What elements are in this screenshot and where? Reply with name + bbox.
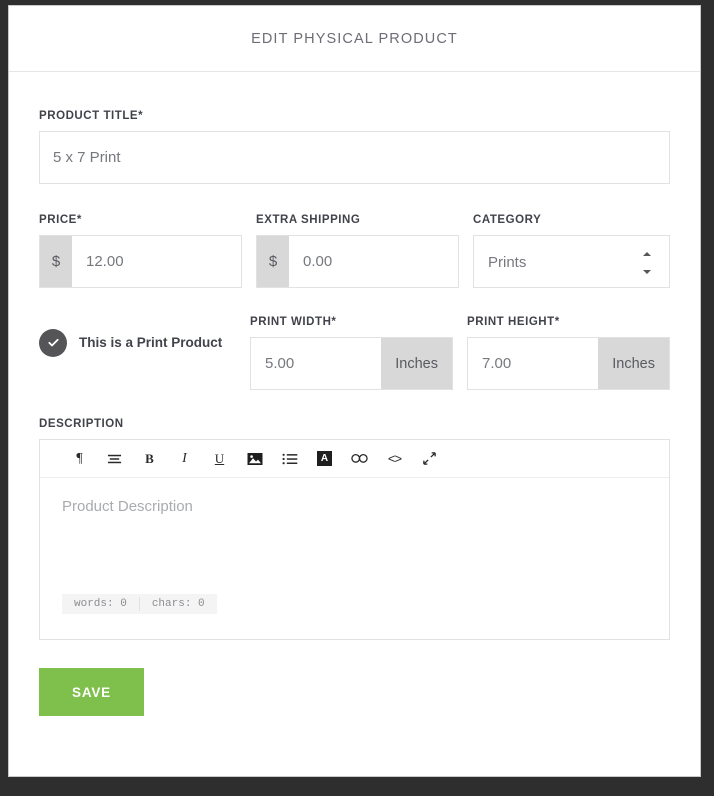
check-icon (47, 338, 59, 347)
print-height-unit-addon: Inches (598, 338, 669, 389)
print-width-field-group: PRINT WIDTH* Inches (250, 316, 453, 390)
price-field-group: PRICE* $ (39, 214, 242, 288)
font-color-icon[interactable]: A (307, 444, 342, 474)
extra-shipping-input-group: $ (256, 235, 459, 288)
price-input-group: $ (39, 235, 242, 288)
fullscreen-glyph (423, 452, 436, 465)
extra-shipping-currency-addon: $ (257, 236, 289, 287)
extra-shipping-label: EXTRA SHIPPING (256, 214, 361, 226)
print-details-row: This is a Print Product PRINT WIDTH* Inc… (39, 288, 670, 390)
price-input[interactable] (72, 236, 241, 287)
image-icon[interactable] (237, 444, 272, 474)
underline-glyph: U (214, 450, 225, 466)
word-count: words: 0 (74, 598, 127, 610)
font-color-glyph: A (317, 451, 332, 466)
category-label: CATEGORY (473, 214, 542, 226)
checkbox-checked-indicator[interactable] (39, 328, 67, 357)
save-button[interactable]: SAVE (39, 668, 144, 716)
product-title-input[interactable] (39, 131, 670, 184)
print-height-input[interactable] (468, 338, 599, 389)
print-product-checkbox-label: This is a Print Product (79, 335, 223, 350)
category-selected-value: Prints (488, 254, 527, 271)
code-icon[interactable]: <> (377, 444, 412, 474)
category-select[interactable]: Prints (473, 235, 670, 288)
unordered-list-glyph (282, 453, 297, 464)
extra-shipping-input[interactable] (289, 236, 458, 287)
link-icon[interactable] (342, 444, 377, 474)
editor-toolbar: ¶ B I U A <> (40, 440, 669, 478)
print-width-input[interactable] (251, 338, 382, 389)
print-height-field-group: PRINT HEIGHT* Inches (467, 316, 670, 390)
bold-glyph: B (145, 450, 154, 466)
price-currency-addon: $ (40, 236, 72, 287)
align-icon[interactable] (97, 444, 132, 474)
modal-body: PRODUCT TITLE* PRICE* $ EXTRA SHIPPING $ (9, 72, 700, 716)
italic-glyph: I (182, 450, 187, 466)
print-product-checkbox[interactable]: This is a Print Product (39, 316, 236, 369)
print-product-checkbox-group: This is a Print Product (39, 288, 236, 390)
print-width-label: PRINT WIDTH* (250, 316, 337, 328)
screen-root: EDIT PHYSICAL PRODUCT PRODUCT TITLE* PRI… (0, 0, 714, 796)
code-glyph: <> (387, 451, 402, 466)
bold-icon[interactable]: B (132, 444, 167, 474)
category-field-group: CATEGORY Prints (473, 214, 670, 288)
category-spinner[interactable] (641, 236, 653, 289)
pricing-row: PRICE* $ EXTRA SHIPPING $ CATEGORY (39, 214, 670, 288)
product-title-label: PRODUCT TITLE* (39, 110, 144, 122)
description-placeholder[interactable]: Product Description (62, 498, 193, 515)
align-glyph (107, 454, 122, 463)
paragraph-icon[interactable]: ¶ (62, 444, 97, 474)
description-label: DESCRIPTION (39, 418, 124, 430)
char-count: chars: 0 (151, 598, 205, 610)
print-width-input-group: Inches (250, 337, 453, 390)
print-height-input-group: Inches (467, 337, 670, 390)
link-glyph (351, 453, 368, 463)
description-field-group: DESCRIPTION ¶ B I U A <> Product Descrip… (39, 418, 670, 640)
paragraph-glyph: ¶ (76, 450, 83, 466)
product-title-field-group: PRODUCT TITLE* (39, 110, 670, 184)
chevron-down-icon[interactable] (643, 269, 651, 274)
editor-counter: words: 0 chars: 0 (62, 594, 217, 614)
extra-shipping-field-group: EXTRA SHIPPING $ (256, 214, 459, 288)
fullscreen-icon[interactable] (412, 444, 447, 474)
print-width-unit-addon: Inches (381, 338, 452, 389)
description-editor: ¶ B I U A <> Product Description words: … (39, 439, 670, 640)
unordered-list-icon[interactable] (272, 444, 307, 474)
price-label: PRICE* (39, 214, 82, 226)
edit-physical-product-modal: EDIT PHYSICAL PRODUCT PRODUCT TITLE* PRI… (8, 5, 701, 777)
underline-icon[interactable]: U (202, 444, 237, 474)
modal-header: EDIT PHYSICAL PRODUCT (9, 6, 700, 72)
page-title: EDIT PHYSICAL PRODUCT (251, 30, 458, 47)
image-glyph (247, 452, 262, 465)
chevron-up-icon[interactable] (643, 251, 651, 256)
print-height-label: PRINT HEIGHT* (467, 316, 560, 328)
italic-icon[interactable]: I (167, 444, 202, 474)
